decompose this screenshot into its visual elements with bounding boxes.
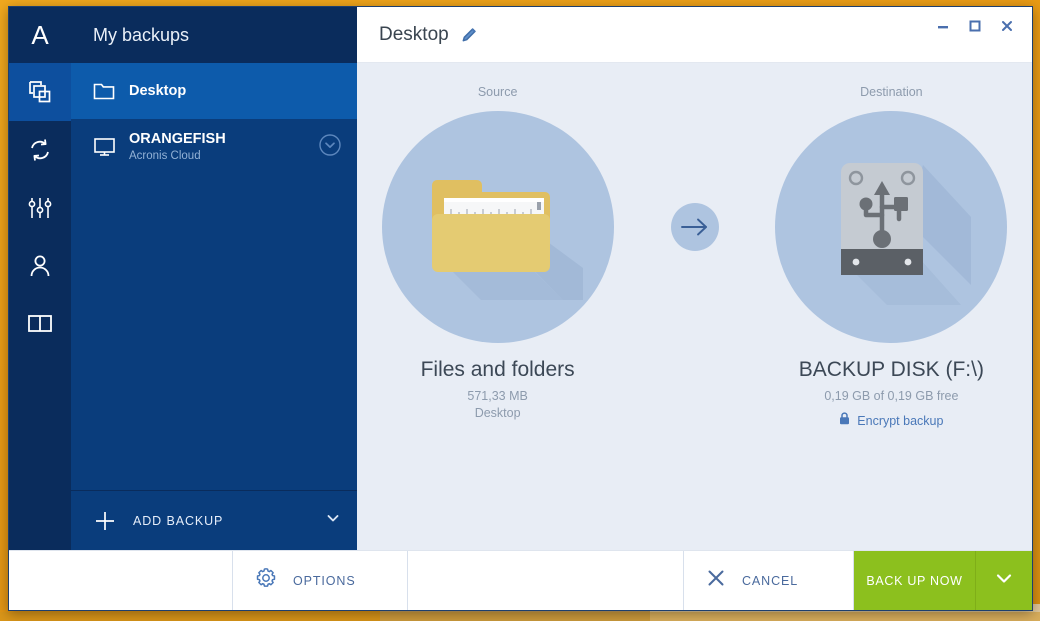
sidebar-heading: My backups bbox=[71, 7, 357, 63]
gear-icon bbox=[255, 567, 277, 594]
desktop-background-shape bbox=[0, 612, 1040, 621]
destination-name: BACKUP DISK (F:\) bbox=[798, 358, 984, 381]
source-name: Files and folders bbox=[420, 358, 575, 381]
backup-item-text: ORANGEFISH Acronis Cloud bbox=[123, 130, 317, 165]
folder-documents-icon bbox=[413, 150, 583, 305]
source-caption: Source bbox=[477, 85, 518, 99]
source-panel[interactable]: Source Files and folders 571,33 MB Deskt… bbox=[357, 85, 638, 420]
encrypt-backup-link[interactable]: Encrypt backup bbox=[839, 412, 943, 430]
backup-stage: Source Files and folders 571,33 MB Deskt… bbox=[357, 63, 1032, 550]
rail-item-help[interactable] bbox=[9, 295, 71, 353]
plus-icon bbox=[93, 509, 127, 533]
add-backup-chevron-down-icon[interactable] bbox=[325, 510, 341, 531]
destination-caption: Destination bbox=[860, 85, 923, 99]
bottom-toolbar: OPTIONS CANCEL BACK UP NOW bbox=[9, 550, 1032, 610]
source-size: 571,33 MB bbox=[467, 389, 528, 404]
main-header: Desktop bbox=[357, 7, 1032, 63]
destination-disc bbox=[775, 111, 1008, 343]
add-backup-label: ADD BACKUP bbox=[133, 513, 224, 528]
backups-sidebar: My backups Desktop ORANGEFISH Acronis Cl… bbox=[71, 7, 357, 550]
destination-capacity: 0,19 GB of 0,19 GB free bbox=[824, 389, 959, 404]
sync-refresh-icon bbox=[26, 137, 54, 163]
backup-item-title: Desktop bbox=[129, 82, 187, 99]
back-up-now-label: BACK UP NOW bbox=[866, 573, 963, 588]
backup-item-expand-button[interactable] bbox=[317, 133, 343, 162]
navigation-rail: A bbox=[9, 7, 71, 550]
backup-list-item-orangefish[interactable]: ORANGEFISH Acronis Cloud bbox=[71, 119, 357, 175]
lock-icon bbox=[839, 412, 850, 430]
page-title: Desktop bbox=[379, 23, 449, 45]
minimize-icon[interactable] bbox=[928, 13, 958, 39]
toolbar-blank-cell bbox=[408, 551, 684, 610]
book-help-icon bbox=[26, 312, 54, 336]
rail-item-tools[interactable] bbox=[9, 179, 71, 237]
close-icon[interactable] bbox=[992, 13, 1022, 39]
options-label: OPTIONS bbox=[293, 573, 356, 588]
destination-panel[interactable]: Destination BACKUP DISK (F:\) 0,19 GB of… bbox=[751, 85, 1032, 430]
chevron-down-circle-icon bbox=[318, 133, 342, 162]
main-content: Desktop Source Files and folders 571,33 … bbox=[357, 7, 1032, 550]
backup-list: Desktop ORANGEFISH Acronis Cloud bbox=[71, 63, 357, 490]
add-backup-spacer bbox=[9, 551, 233, 610]
backup-list-item-desktop[interactable]: Desktop bbox=[71, 63, 357, 119]
rail-item-sync[interactable] bbox=[9, 121, 71, 179]
arrow-right-icon bbox=[670, 203, 719, 251]
backup-item-subtitle: Acronis Cloud bbox=[129, 149, 201, 162]
rail-item-backup[interactable] bbox=[9, 63, 71, 121]
folder-icon bbox=[93, 82, 123, 100]
person-account-icon bbox=[27, 253, 53, 279]
close-x-icon bbox=[706, 568, 726, 593]
source-disc bbox=[381, 111, 614, 343]
usb-external-drive-icon bbox=[811, 145, 972, 310]
app-logo: A bbox=[31, 19, 49, 50]
monitor-icon bbox=[93, 137, 123, 157]
back-up-now-dropdown-button[interactable] bbox=[976, 551, 1032, 610]
sliders-tools-icon bbox=[27, 195, 53, 221]
direction-arrow bbox=[638, 85, 751, 251]
window-body: A My backups Desktop ORANGEFISH Acronis … bbox=[9, 7, 1032, 550]
maximize-icon[interactable] bbox=[960, 13, 990, 39]
rail-item-account[interactable] bbox=[9, 237, 71, 295]
chevron-down-icon bbox=[993, 567, 1015, 594]
backup-item-title: ORANGEFISH bbox=[129, 130, 226, 147]
back-up-now-button[interactable]: BACK UP NOW bbox=[854, 551, 976, 610]
source-location: Desktop bbox=[474, 406, 521, 421]
add-backup-button[interactable]: ADD BACKUP bbox=[71, 490, 357, 550]
cancel-button[interactable]: CANCEL bbox=[684, 551, 854, 610]
application-window: A My backups Desktop ORANGEFISH Acronis … bbox=[8, 6, 1033, 611]
backup-item-text: Desktop bbox=[123, 82, 343, 100]
cancel-label: CANCEL bbox=[742, 573, 799, 588]
window-controls bbox=[928, 13, 1022, 39]
options-button[interactable]: OPTIONS bbox=[233, 551, 408, 610]
backup-stack-icon bbox=[27, 79, 53, 105]
encrypt-backup-label: Encrypt backup bbox=[857, 414, 944, 429]
pencil-edit-icon[interactable] bbox=[461, 26, 478, 43]
